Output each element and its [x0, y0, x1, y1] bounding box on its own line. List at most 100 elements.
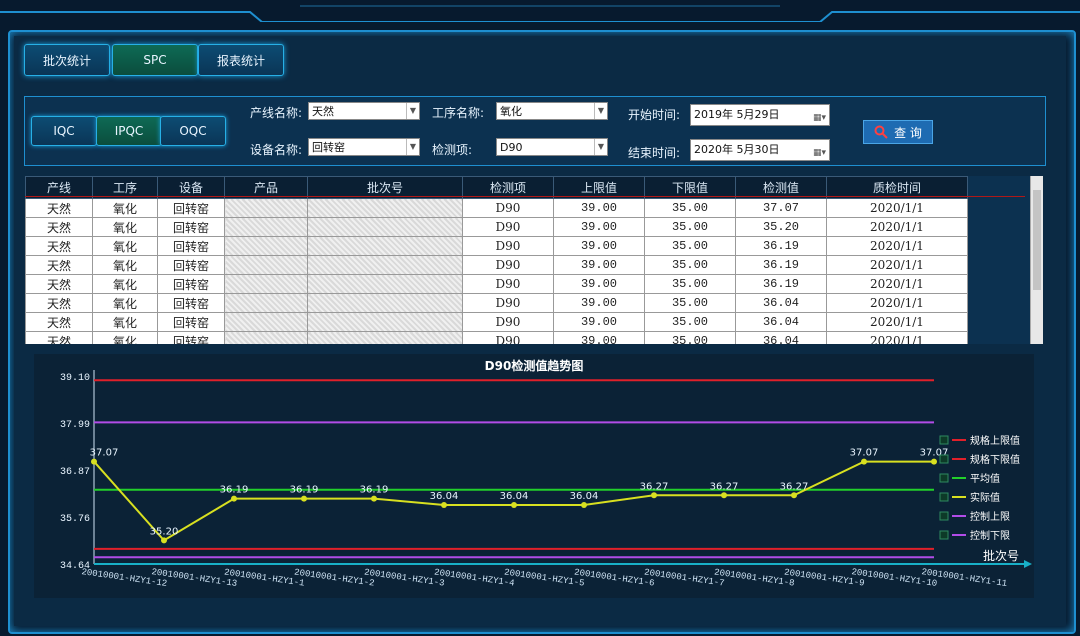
data-point	[721, 492, 727, 499]
device-name-select[interactable]: 回转窑 ▼	[308, 138, 420, 156]
data-label: 36.27	[710, 481, 739, 492]
table-cell: 39.00	[553, 198, 645, 218]
legend-marker	[939, 454, 949, 464]
table-cell: 35.00	[644, 312, 736, 332]
legend-label: 平均值	[970, 472, 1000, 485]
table-cell: 氧化	[92, 198, 158, 218]
data-point	[511, 501, 517, 508]
top-frame-decoration	[0, 0, 1080, 23]
x-tick-label: 20010001-HZY1-7	[643, 567, 725, 588]
table-row[interactable]: 天然 氧化 回转窑 D90 39.00 35.00 36.04 2020/1/1	[25, 312, 968, 332]
table-cell: D90	[462, 255, 554, 275]
table-cell	[224, 236, 308, 256]
x-tick-label: 20010001-HZY1-5	[503, 567, 585, 588]
table-cell: 回转窑	[157, 274, 225, 294]
y-tick-label: 39.10	[60, 373, 90, 384]
table-cell	[307, 312, 463, 332]
data-label: 37.07	[90, 448, 119, 459]
table-cell: 36.19	[735, 236, 827, 256]
table-cell: 2020/1/1	[826, 236, 968, 256]
table-scrollbar[interactable]	[1030, 176, 1043, 344]
table-row[interactable]: 天然 氧化 回转窑 D90 39.00 35.00 36.19 2020/1/1	[25, 236, 968, 256]
line-name-value: 天然	[312, 105, 334, 118]
table-cell: 39.00	[553, 217, 645, 237]
table-row[interactable]: 天然 氧化 回转窑 D90 39.00 35.00 36.04 2020/1/1	[25, 293, 968, 313]
data-label: 36.04	[430, 491, 459, 502]
tab-iqc[interactable]: IQC	[31, 116, 97, 146]
process-name-select[interactable]: 氧化 ▼	[496, 102, 608, 120]
legend-label: 规格下限值	[970, 453, 1020, 466]
table-cell: 35.00	[644, 236, 736, 256]
table-cell: 2020/1/1	[826, 217, 968, 237]
trend-chart-svg: D90检测值趋势图批次号39.1037.9936.8735.7634.6437.…	[60, 358, 1032, 589]
table-cell: 天然	[25, 217, 93, 237]
legend-label: 实际值	[970, 491, 1000, 504]
scrollbar-thumb[interactable]	[1033, 190, 1041, 290]
table-cell: 35.00	[644, 198, 736, 218]
table-cell: 天然	[25, 274, 93, 294]
data-point	[931, 458, 937, 465]
data-point	[161, 537, 167, 544]
chevron-down-icon: ▼	[406, 139, 419, 155]
table-cell	[224, 217, 308, 237]
tab-oqc[interactable]: OQC	[160, 116, 226, 146]
table-row[interactable]: 天然 氧化 回转窑 D90 39.00 35.00 35.20 2020/1/1	[25, 217, 968, 237]
legend-marker	[939, 435, 949, 445]
data-label: 36.19	[360, 485, 389, 496]
table-cell: 回转窑	[157, 255, 225, 275]
tab-spc[interactable]: SPC	[112, 44, 198, 76]
device-name-value: 回转窑	[312, 141, 345, 154]
table-row[interactable]: 天然 氧化 回转窑 D90 39.00 35.00 36.19 2020/1/1	[25, 255, 968, 275]
table-row[interactable]: 天然 氧化 回转窑 D90 39.00 35.00 37.07 2020/1/1	[25, 198, 968, 218]
legend-label: 控制下限	[970, 529, 1010, 542]
table-cell	[307, 331, 463, 344]
table-cell: 35.20	[735, 217, 827, 237]
table-cell: 天然	[25, 331, 93, 344]
table-cell: 39.00	[553, 312, 645, 332]
table-cell: 回转窑	[157, 198, 225, 218]
table-cell: 39.00	[553, 255, 645, 275]
table-cell	[224, 293, 308, 313]
table-cell: 35.00	[644, 274, 736, 294]
x-axis-label: 批次号	[983, 548, 1019, 563]
y-tick-label: 37.99	[60, 420, 90, 431]
table-cell: D90	[462, 274, 554, 294]
end-date-value: 2020年 5月30日	[694, 143, 780, 156]
data-point	[791, 492, 797, 499]
table-cell: 35.00	[644, 293, 736, 313]
table-cell: 36.04	[735, 312, 827, 332]
data-label: 36.04	[570, 491, 599, 502]
start-date-picker[interactable]: 2019年 5月29日 ▦▾	[690, 104, 830, 126]
y-tick-label: 35.76	[60, 514, 90, 525]
table-cell	[224, 331, 308, 344]
table-row[interactable]: 天然 氧化 回转窑 D90 39.00 35.00 36.04 2020/1/1	[25, 331, 968, 344]
table-cell: 回转窑	[157, 312, 225, 332]
tab-batch-stats[interactable]: 批次统计	[24, 44, 110, 76]
y-tick-label: 36.87	[60, 467, 90, 478]
x-tick-label: 20010001-HZY1-4	[433, 567, 515, 588]
table-cell: 氧化	[92, 255, 158, 275]
table-row[interactable]: 天然 氧化 回转窑 D90 39.00 35.00 36.19 2020/1/1	[25, 274, 968, 294]
table-cell: 氧化	[92, 293, 158, 313]
query-button[interactable]: 查 询	[863, 120, 933, 144]
tab-report-stats[interactable]: 报表统计	[198, 44, 284, 76]
x-tick-label: 20010001-HZY1-2	[293, 567, 375, 588]
line-name-select[interactable]: 天然 ▼	[308, 102, 420, 120]
end-date-picker[interactable]: 2020年 5月30日 ▦▾	[690, 139, 830, 161]
check-item-value: D90	[500, 141, 523, 154]
table-cell: 2020/1/1	[826, 293, 968, 313]
check-item-select[interactable]: D90 ▼	[496, 138, 608, 156]
data-label: 36.27	[640, 481, 669, 492]
table-cell	[224, 274, 308, 294]
legend-marker	[939, 530, 949, 540]
query-button-label: 查 询	[894, 125, 922, 140]
table-cell: 回转窑	[157, 217, 225, 237]
x-tick-label: 20010001-HZY1-8	[713, 567, 795, 588]
calendar-icon: ▦▾	[813, 113, 827, 123]
tab-ipqc[interactable]: IPQC	[96, 116, 162, 146]
table-cell: 氧化	[92, 331, 158, 344]
chevron-down-icon: ▼	[406, 103, 419, 119]
table-cell	[307, 198, 463, 218]
data-point	[91, 458, 97, 465]
legend-marker	[939, 473, 949, 483]
